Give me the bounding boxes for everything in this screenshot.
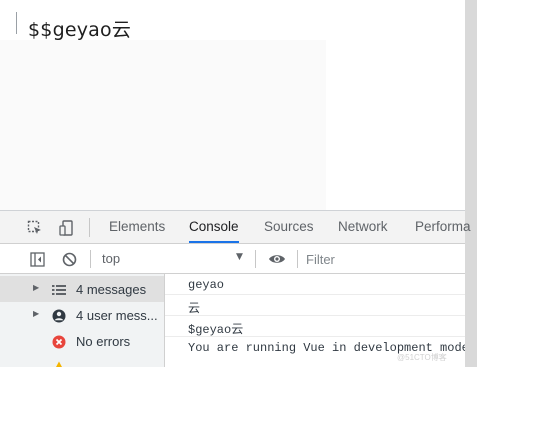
tab-separator bbox=[89, 218, 90, 237]
context-selector[interactable]: top bbox=[102, 251, 120, 266]
user-icon bbox=[51, 308, 66, 323]
sidebar-item-messages[interactable]: ▶ 4 messages bbox=[0, 276, 164, 302]
page-content-area bbox=[0, 40, 326, 210]
expand-arrow-icon[interactable]: ▶ bbox=[33, 283, 39, 292]
tab-performance[interactable]: Performa bbox=[415, 219, 471, 243]
warning-icon bbox=[51, 360, 66, 367]
devtools-tab-bar: Elements Console Sources Network Perform… bbox=[0, 211, 471, 244]
sidebar-item-label: 4 messages bbox=[76, 282, 147, 297]
tab-elements[interactable]: Elements bbox=[109, 219, 165, 243]
error-icon bbox=[51, 334, 66, 349]
sidebar-toggle-icon[interactable] bbox=[28, 250, 46, 268]
toolbar-separator bbox=[255, 250, 256, 268]
tab-network[interactable]: Network bbox=[338, 219, 388, 243]
console-log-line: $geyao云 bbox=[165, 316, 465, 337]
toolbar-separator bbox=[297, 250, 298, 268]
text-cursor bbox=[16, 12, 17, 34]
sidebar-item-label: No errors bbox=[76, 334, 131, 349]
list-icon bbox=[51, 282, 66, 297]
toolbar-separator bbox=[90, 250, 91, 268]
sidebar-item-user-messages[interactable]: ▶ 4 user mess... bbox=[0, 302, 164, 328]
watermark: @51CTO博客 bbox=[397, 353, 447, 362]
console-sidebar: ▶ 4 messages ▶ 4 user mess... No errors bbox=[0, 274, 165, 367]
page-viewport: $$geyao云 bbox=[0, 0, 465, 210]
tab-console[interactable]: Console bbox=[189, 219, 239, 243]
clear-console-icon[interactable] bbox=[60, 250, 78, 268]
devtools-panel: Elements Console Sources Network Perform… bbox=[0, 210, 471, 367]
tab-sources[interactable]: Sources bbox=[264, 219, 314, 243]
sidebar-item-errors[interactable]: No errors bbox=[0, 328, 164, 354]
live-expression-eye-icon[interactable] bbox=[267, 250, 287, 268]
sidebar-item-warnings[interactable] bbox=[0, 354, 164, 367]
filter-input[interactable] bbox=[306, 248, 466, 270]
console-log-line: geyao bbox=[165, 274, 465, 295]
expand-arrow-icon[interactable]: ▶ bbox=[33, 309, 39, 318]
page-scrollbar[interactable] bbox=[465, 0, 477, 367]
console-log-line: 云 bbox=[165, 295, 465, 316]
inspect-element-icon[interactable] bbox=[26, 219, 44, 237]
page-heading: $$geyao云 bbox=[28, 19, 132, 41]
sidebar-item-label: 4 user mess... bbox=[76, 308, 158, 323]
console-output: geyao 云 $geyao云 You are running Vue in d… bbox=[165, 274, 465, 367]
chevron-down-icon[interactable]: ▼ bbox=[236, 252, 243, 262]
console-toolbar: top ▼ bbox=[0, 244, 466, 274]
device-toolbar-icon[interactable] bbox=[58, 219, 76, 237]
